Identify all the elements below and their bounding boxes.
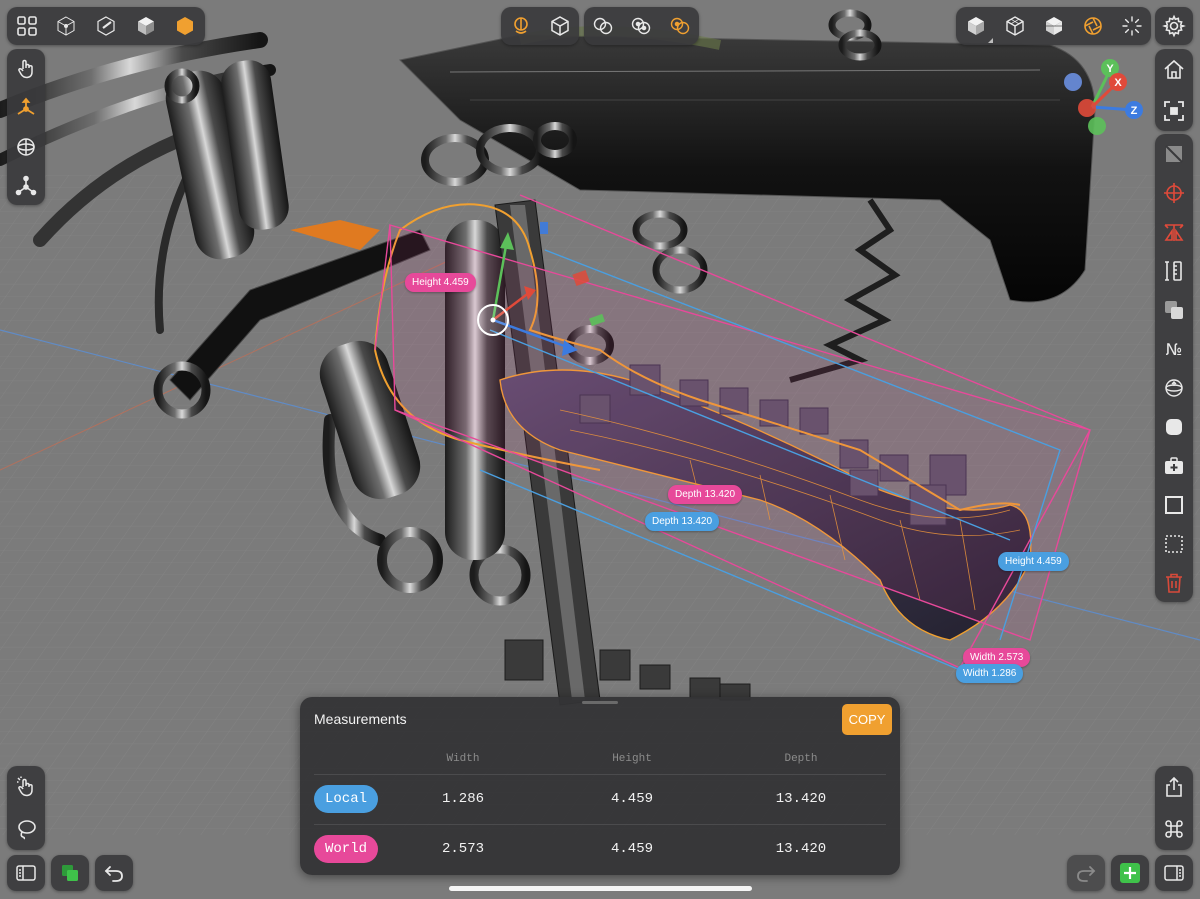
no-clipping-icon[interactable] — [1156, 136, 1192, 172]
measurements-title: Measurements — [314, 711, 407, 727]
snap-points-icon[interactable] — [585, 8, 621, 44]
sidebar-toggle-button[interactable] — [7, 855, 45, 891]
dotted-square-icon[interactable] — [1156, 526, 1192, 562]
shading-wireframe-icon[interactable] — [48, 8, 84, 44]
column-header-width: Width — [446, 753, 480, 765]
divider — [314, 774, 886, 775]
shading-outline-icon[interactable] — [88, 8, 124, 44]
target-icon[interactable] — [1156, 175, 1192, 211]
render-toolbar — [956, 7, 1151, 45]
move-gizmo-icon[interactable] — [8, 90, 44, 126]
copy-button[interactable]: COPY — [842, 704, 892, 735]
shading-material-icon[interactable] — [167, 8, 203, 44]
undo-icon — [104, 866, 123, 882]
undo-button[interactable] — [95, 855, 133, 891]
render-solid-icon[interactable] — [958, 8, 994, 44]
shading-solid-icon[interactable] — [128, 8, 164, 44]
width-local-label: Width 1.286 — [956, 664, 1024, 683]
transform-toolbar — [7, 49, 45, 205]
rotate-gizmo-icon[interactable] — [8, 129, 44, 165]
measurements-panel: Measurements COPY Width Height Depth Loc… — [300, 697, 900, 875]
layers-button[interactable] — [51, 855, 89, 891]
column-header-height: Height — [612, 753, 652, 765]
sphere-icon[interactable] — [1156, 370, 1192, 406]
tap-select-icon[interactable] — [8, 769, 44, 805]
world-height-value: 4.459 — [610, 841, 653, 857]
render-lens-icon[interactable] — [1075, 8, 1111, 44]
share-toolbar — [1155, 766, 1193, 850]
boolean-icon[interactable] — [1156, 292, 1192, 328]
numbering-icon[interactable]: № — [1156, 331, 1192, 367]
snap-toolbar — [584, 7, 699, 45]
lasso-select-icon[interactable] — [8, 811, 44, 847]
rounded-box-icon[interactable] — [1156, 409, 1192, 445]
axis-y-label: Y — [1106, 63, 1114, 75]
svg-text:№: № — [1166, 340, 1183, 359]
command-icon[interactable] — [1156, 811, 1192, 847]
snap-objects-icon[interactable] — [623, 8, 659, 44]
redo-button[interactable] — [1067, 855, 1105, 891]
selection-mode-toolbar — [7, 766, 45, 850]
local-depth-value: 13.420 — [775, 791, 827, 807]
snap-center-icon[interactable] — [662, 8, 698, 44]
world-width-value: 2.573 — [441, 841, 484, 857]
local-height-value: 4.459 — [610, 791, 653, 807]
home-indicator[interactable] — [449, 886, 752, 891]
shading-toolbar — [7, 7, 205, 45]
render-lighting-icon[interactable] — [1114, 8, 1150, 44]
world-space-pill[interactable]: World — [314, 835, 378, 863]
divider — [314, 824, 886, 825]
local-space-pill[interactable]: Local — [314, 785, 378, 813]
add-object-button[interactable] — [1111, 855, 1149, 891]
sidebar-right-button[interactable] — [1155, 855, 1193, 891]
transform-tripod-icon[interactable] — [8, 168, 44, 204]
add-plus-box-icon[interactable] — [1156, 448, 1192, 484]
column-header-depth: Depth — [784, 753, 818, 765]
view-toolbar — [1155, 49, 1193, 131]
view-cube-icon[interactable] — [542, 8, 578, 44]
axis-z-label: Z — [1131, 105, 1138, 117]
depth-world-label: Depth 13.420 — [668, 485, 743, 504]
measure-icon[interactable] — [1156, 253, 1192, 289]
object-tools-toolbar: № — [1155, 134, 1193, 602]
panel-grabber[interactable] — [582, 701, 618, 704]
grid-apps-icon[interactable] — [9, 8, 45, 44]
world-depth-value: 13.420 — [775, 841, 827, 857]
layers-icon — [62, 865, 78, 881]
trash-icon[interactable] — [1156, 565, 1192, 601]
redo-icon — [1077, 866, 1096, 882]
axis-orientation-gizmo[interactable]: Y X Z — [1060, 55, 1150, 145]
square-outline-icon[interactable] — [1156, 487, 1192, 523]
depth-local-label: Depth 13.420 — [645, 512, 720, 531]
height-label-left: Height 4.459 — [405, 273, 476, 292]
pivot-orbit-icon[interactable] — [503, 8, 539, 44]
axis-x-label: X — [1114, 77, 1122, 89]
render-faceted-icon[interactable] — [1036, 8, 1072, 44]
frame-selection-icon[interactable] — [1156, 93, 1192, 129]
pivot-toolbar — [501, 7, 579, 45]
symmetry-icon[interactable] — [1156, 214, 1192, 250]
height-label-right: Height 4.459 — [998, 552, 1069, 571]
add-plus-icon — [1120, 863, 1140, 883]
sidebar-right-icon — [1164, 865, 1184, 881]
home-icon[interactable] — [1156, 52, 1192, 88]
gear-icon — [1162, 14, 1186, 38]
local-width-value: 1.286 — [441, 791, 484, 807]
touch-select-icon[interactable] — [8, 51, 44, 87]
render-wire-icon[interactable] — [997, 8, 1033, 44]
share-icon[interactable] — [1156, 769, 1192, 805]
sidebar-toggle-icon — [16, 865, 36, 881]
settings-button[interactable] — [1155, 7, 1193, 45]
